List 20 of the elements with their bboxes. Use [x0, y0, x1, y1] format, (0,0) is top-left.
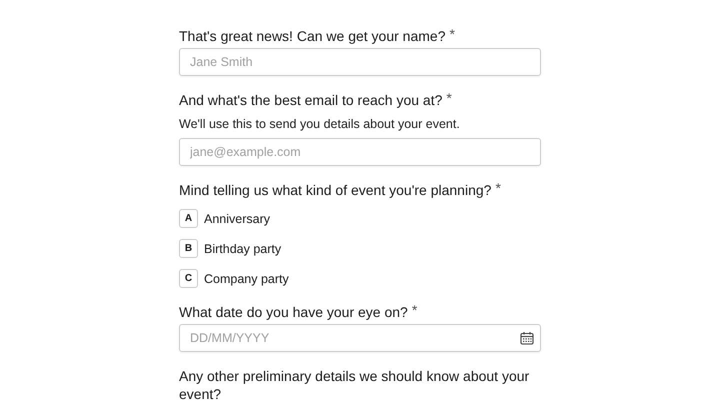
option-label[interactable]: Birthday party	[204, 242, 282, 256]
calendar-icon[interactable]	[520, 331, 534, 345]
option-key[interactable]: B	[179, 239, 198, 258]
input-field[interactable]: jane@example.com	[179, 138, 541, 166]
option-key[interactable]: C	[179, 269, 198, 288]
required-mark: *	[495, 181, 501, 195]
question-label: That's great news! Can we get your name?	[179, 27, 446, 45]
input-field[interactable]: DD/MM/YYYY	[179, 324, 541, 352]
question-label: Mind telling us what kind of event you're planning?	[179, 181, 492, 199]
question-label: Any other preliminary details we should know about your event?	[179, 367, 530, 403]
required-mark: *	[449, 27, 455, 41]
option-label[interactable]: Company party	[204, 272, 289, 286]
question-label: And what's the best email to reach you at?	[179, 91, 442, 109]
required-mark: *	[412, 303, 418, 317]
option-label[interactable]: Anniversary	[204, 212, 270, 226]
question-label: What date do you have your eye on?	[179, 303, 408, 321]
input-field[interactable]: Jane Smith	[179, 48, 541, 76]
help-text: We'll use this to send you details about your event.	[179, 116, 461, 133]
option-key[interactable]: A	[179, 209, 198, 228]
required-mark: *	[446, 91, 452, 105]
